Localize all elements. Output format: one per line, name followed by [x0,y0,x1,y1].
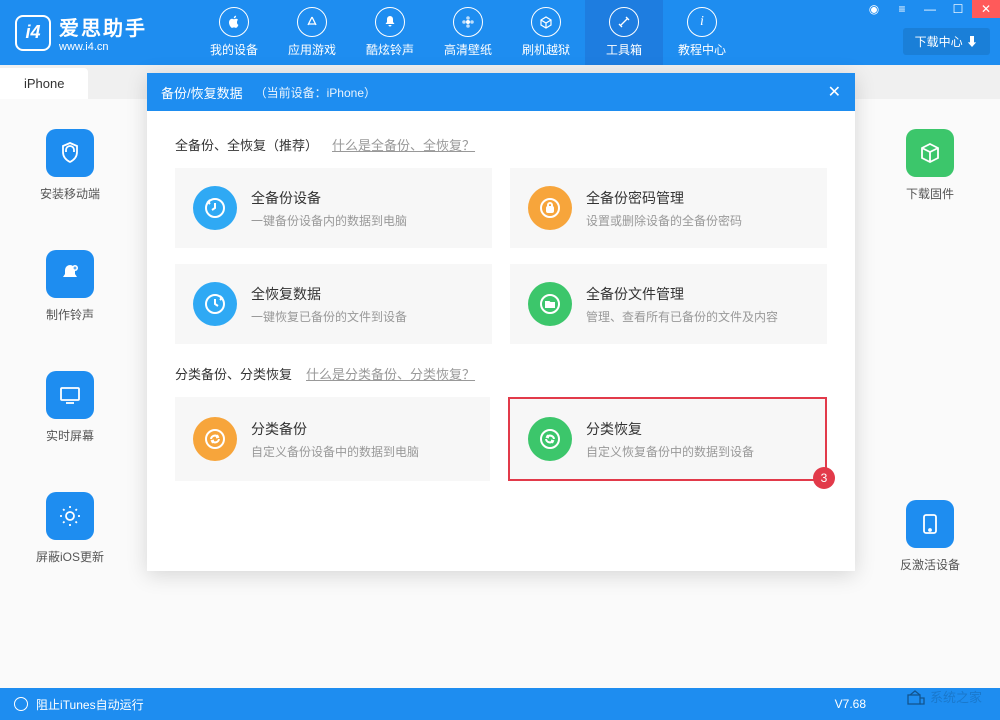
nav-tutorials[interactable]: i 教程中心 [663,0,741,65]
main-nav: 我的设备 应用游戏 酷炫铃声 高清壁纸 刷机越狱 工具箱 i 教程中心 [195,0,741,65]
section-full-backup-header: 全备份、全恢复（推荐） 什么是全备份、全恢复？ [175,135,827,154]
card-title: 分类恢复 [586,419,754,439]
sidebar-item-deactivate-device[interactable]: 反激活设备 [900,500,960,573]
nav-apps-games[interactable]: 应用游戏 [273,0,351,65]
nav-ringtones[interactable]: 酷炫铃声 [351,0,429,65]
sidebar-label: 屏蔽iOS更新 [36,548,104,565]
card-desc: 自定义恢复备份中的数据到设备 [586,443,754,460]
modal-header: 备份/恢复数据 （当前设备：iPhone） ✕ [147,73,855,111]
highlight-badge: 3 [813,467,835,489]
minimize-button[interactable]: — [916,0,944,18]
card-category-backup[interactable]: 分类备份 自定义备份设备中的数据到电脑 [175,397,490,481]
close-button[interactable]: ✕ [972,0,1000,18]
restore-icon [193,282,237,326]
modal-title: 备份/恢复数据 [161,83,243,102]
box-icon [531,7,561,37]
logo-text: 爱思助手 www.i4.cn [59,12,147,53]
folder-icon [528,282,572,326]
watermark: 系统之家 [906,687,982,706]
card-title: 分类备份 [251,419,419,439]
sidebar-label: 安装移动端 [40,185,100,202]
nav-label: 酷炫铃声 [366,41,414,58]
nav-toolbox[interactable]: 工具箱 [585,0,663,65]
tablet-icon [906,500,954,548]
gear-icon [46,492,94,540]
backup-restore-modal: 备份/恢复数据 （当前设备：iPhone） ✕ 全备份、全恢复（推荐） 什么是全… [147,73,855,571]
status-bar: 阻止iTunes自动运行 V7.68 [0,688,1000,720]
menu-icon[interactable]: ≡ [888,0,916,18]
card-desc: 自定义备份设备中的数据到电脑 [251,443,419,460]
card-title: 全备份密码管理 [586,188,742,208]
card-desc: 一键恢复已备份的文件到设备 [251,308,407,325]
modal-body: 全备份、全恢复（推荐） 什么是全备份、全恢复？ 全备份设备 一键备份设备内的数据… [147,111,855,517]
section-category-backup-header: 分类备份、分类恢复 什么是分类备份、分类恢复？ [175,364,827,383]
app-url: www.i4.cn [59,41,147,53]
shirt-icon[interactable]: ◉ [860,0,888,18]
section-title: 全备份、全恢复（推荐） [175,135,318,154]
nav-wallpapers[interactable]: 高清壁纸 [429,0,507,65]
flower-icon [453,7,483,37]
nav-flash-jailbreak[interactable]: 刷机越狱 [507,0,585,65]
card-full-restore-data[interactable]: 全恢复数据 一键恢复已备份的文件到设备 [175,264,492,344]
lock-icon [528,186,572,230]
sidebar-label: 实时屏幕 [46,427,94,444]
help-link-full[interactable]: 什么是全备份、全恢复？ [332,135,475,154]
modal-subtitle: （当前设备：iPhone） [255,84,376,101]
app-header: i4 爱思助手 www.i4.cn 我的设备 应用游戏 酷炫铃声 高清壁纸 刷机… [0,0,1000,65]
sidebar-right: 下载固件 反激活设备 [875,129,985,573]
sidebar-label: 反激活设备 [900,556,960,573]
sidebar-item-install-mobile[interactable]: 安装移动端 [40,129,100,202]
watermark-text: 系统之家 [930,687,982,706]
cube-icon [906,129,954,177]
nav-label: 应用游戏 [288,41,336,58]
tools-icon [609,7,639,37]
help-link-category[interactable]: 什么是分类备份、分类恢复？ [306,364,475,383]
section-title: 分类备份、分类恢复 [175,364,292,383]
nav-my-device[interactable]: 我的设备 [195,0,273,65]
sidebar-label: 制作铃声 [46,306,94,323]
logo-area: i4 爱思助手 www.i4.cn [0,12,195,53]
modal-close-button[interactable]: ✕ [828,82,841,102]
card-title: 全备份设备 [251,188,407,208]
card-backup-password-management[interactable]: 全备份密码管理 设置或删除设备的全备份密码 [510,168,827,248]
download-center-button[interactable]: 下载中心 ⬇ [903,28,990,55]
appstore-icon [297,7,327,37]
app-name: 爱思助手 [59,12,147,41]
card-title: 全备份文件管理 [586,284,778,304]
bell-plus-icon [46,250,94,298]
card-desc: 一键备份设备内的数据到电脑 [251,212,407,229]
sync-out-icon [193,417,237,461]
card-desc: 设置或删除设备的全备份密码 [586,212,742,229]
window-controls: ◉ ≡ — ☐ ✕ [860,0,1000,18]
tab-iphone[interactable]: iPhone [0,68,88,99]
nav-label: 教程中心 [678,41,726,58]
card-desc: 管理、查看所有已备份的文件及内容 [586,308,778,325]
shield-icon [46,129,94,177]
monitor-icon [46,371,94,419]
nav-label: 工具箱 [606,41,642,58]
backup-icon [193,186,237,230]
itunes-block-toggle[interactable]: 阻止iTunes自动运行 [36,696,144,713]
sidebar-item-realtime-screen[interactable]: 实时屏幕 [46,371,94,444]
card-backup-file-management[interactable]: 全备份文件管理 管理、查看所有已备份的文件及内容 [510,264,827,344]
nav-label: 刷机越狱 [522,41,570,58]
sidebar-item-block-ios-update[interactable]: 屏蔽iOS更新 [36,492,104,565]
info-icon: i [687,7,717,37]
sidebar-item-download-firmware[interactable]: 下载固件 [906,129,954,202]
card-full-backup-device[interactable]: 全备份设备 一键备份设备内的数据到电脑 [175,168,492,248]
nav-label: 我的设备 [210,41,258,58]
sidebar-left: 安装移动端 制作铃声 实时屏幕 屏蔽iOS更新 [15,129,125,565]
card-title: 全恢复数据 [251,284,407,304]
version-label: V7.68 [835,697,866,711]
sidebar-item-make-ringtone[interactable]: 制作铃声 [46,250,94,323]
maximize-button[interactable]: ☐ [944,0,972,18]
logo-icon: i4 [15,15,51,51]
sidebar-label: 下载固件 [906,185,954,202]
status-indicator-icon [14,697,28,711]
nav-label: 高清壁纸 [444,41,492,58]
sync-in-icon [528,417,572,461]
apple-icon [219,7,249,37]
bell-icon [375,7,405,37]
card-category-restore[interactable]: 分类恢复 自定义恢复备份中的数据到设备 3 [508,397,827,481]
